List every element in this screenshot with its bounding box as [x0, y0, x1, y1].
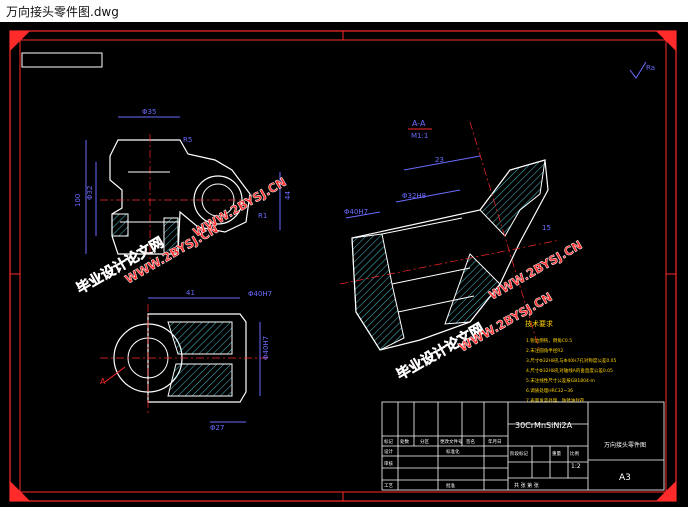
svg-text:3.尺寸Φ32H8孔与Φ40H7孔对称度公差0.05: 3.尺寸Φ32H8孔与Φ40H7孔对称度公差0.05 — [526, 357, 616, 364]
tech-notes: 技术要求 1.锐边倒钝，倒角C0.5 2.未注圆角半径R2 3.尺寸Φ32H8孔… — [525, 319, 616, 404]
svg-text:23: 23 — [435, 156, 444, 164]
svg-text:R1: R1 — [258, 212, 267, 220]
svg-text:A: A — [100, 377, 106, 386]
tech-title: 技术要求 — [525, 319, 553, 328]
cad-drawing: Ra Φ35 R5 100 Φ32 44 R1 A 41 Φ27 Φ40H7 Φ… — [9, 30, 677, 502]
section-scale: M1:1 — [411, 132, 428, 140]
svg-text:标准化: 标准化 — [446, 448, 460, 455]
svg-text:Φ35: Φ35 — [142, 108, 156, 116]
svg-text:44: 44 — [284, 191, 292, 200]
svg-text:更改文件号: 更改文件号 — [440, 438, 463, 445]
svg-text:100: 100 — [74, 194, 82, 207]
svg-text:WWW.2BYSJ.CN: WWW.2BYSJ.CN — [487, 238, 585, 303]
svg-text:Ra: Ra — [646, 64, 655, 72]
svg-text:工艺: 工艺 — [384, 483, 393, 489]
scale-value: 1:2 — [571, 463, 581, 470]
section-label: A-A — [412, 119, 426, 128]
window-titlebar: 万向接头零件图.dwg — [0, 0, 688, 23]
part-name: 万向接头零件图 — [604, 441, 646, 449]
title-block-text: 30CrMnSiNi2A 万向接头零件图 A3 1:2 标记 处数 分区 更改文… — [384, 421, 646, 489]
svg-text:标记: 标记 — [384, 438, 393, 445]
svg-text:Φ32H8: Φ32H8 — [402, 192, 426, 200]
svg-text:年月日: 年月日 — [488, 438, 502, 445]
svg-text:Φ32: Φ32 — [86, 186, 94, 200]
window-title: 万向接头零件图.dwg — [6, 5, 119, 19]
svg-text:R5: R5 — [183, 136, 192, 144]
svg-text:Φ40H7: Φ40H7 — [248, 290, 272, 298]
svg-text:1.锐边倒钝，倒角C0.5: 1.锐边倒钝，倒角C0.5 — [526, 337, 572, 344]
svg-text:15: 15 — [542, 224, 551, 232]
svg-text:Φ40H7: Φ40H7 — [262, 336, 270, 360]
svg-text:41: 41 — [186, 289, 195, 297]
material: 30CrMnSiNi2A — [515, 421, 573, 430]
svg-text:审核: 审核 — [384, 460, 393, 467]
svg-text:Φ40H7: Φ40H7 — [344, 208, 368, 216]
svg-text:批准: 批准 — [446, 482, 455, 489]
svg-text:阶段标记: 阶段标记 — [510, 450, 528, 457]
roughness-symbol: Ra — [629, 61, 655, 79]
svg-text:比例: 比例 — [570, 450, 579, 457]
drawing-canvas[interactable]: Ra Φ35 R5 100 Φ32 44 R1 A 41 Φ27 Φ40H7 Φ… — [0, 22, 688, 507]
svg-text:签名: 签名 — [466, 438, 475, 445]
svg-text:6.调质处理HRC32~36: 6.调质处理HRC32~36 — [526, 387, 573, 394]
svg-text:7.表面发蓝处理，防锈油封存: 7.表面发蓝处理，防锈油封存 — [526, 397, 585, 404]
sheet-size: A3 — [619, 473, 631, 483]
drawing-code-box — [21, 52, 103, 68]
svg-text:4.尺寸Φ32H8孔对轴线A的垂直度公差0.05: 4.尺寸Φ32H8孔对轴线A的垂直度公差0.05 — [526, 367, 613, 374]
svg-text:5.未注线性尺寸公差按GB1804-m: 5.未注线性尺寸公差按GB1804-m — [526, 377, 595, 384]
svg-text:处数: 处数 — [400, 438, 409, 445]
svg-text:重量: 重量 — [552, 450, 561, 457]
svg-text:设计: 设计 — [384, 448, 393, 455]
svg-text:2.未注圆角半径R2: 2.未注圆角半径R2 — [526, 347, 563, 354]
svg-text:共 张 第 张: 共 张 第 张 — [514, 482, 539, 489]
svg-text:分区: 分区 — [420, 438, 429, 445]
svg-text:WWW.2BYSJ.CN: WWW.2BYSJ.CN — [191, 175, 289, 240]
svg-text:毕业设计论文网: 毕业设计论文网 — [394, 320, 487, 384]
top-view: A 41 Φ27 Φ40H7 Φ40H7 — [100, 289, 272, 432]
svg-text:Φ27: Φ27 — [210, 424, 224, 432]
